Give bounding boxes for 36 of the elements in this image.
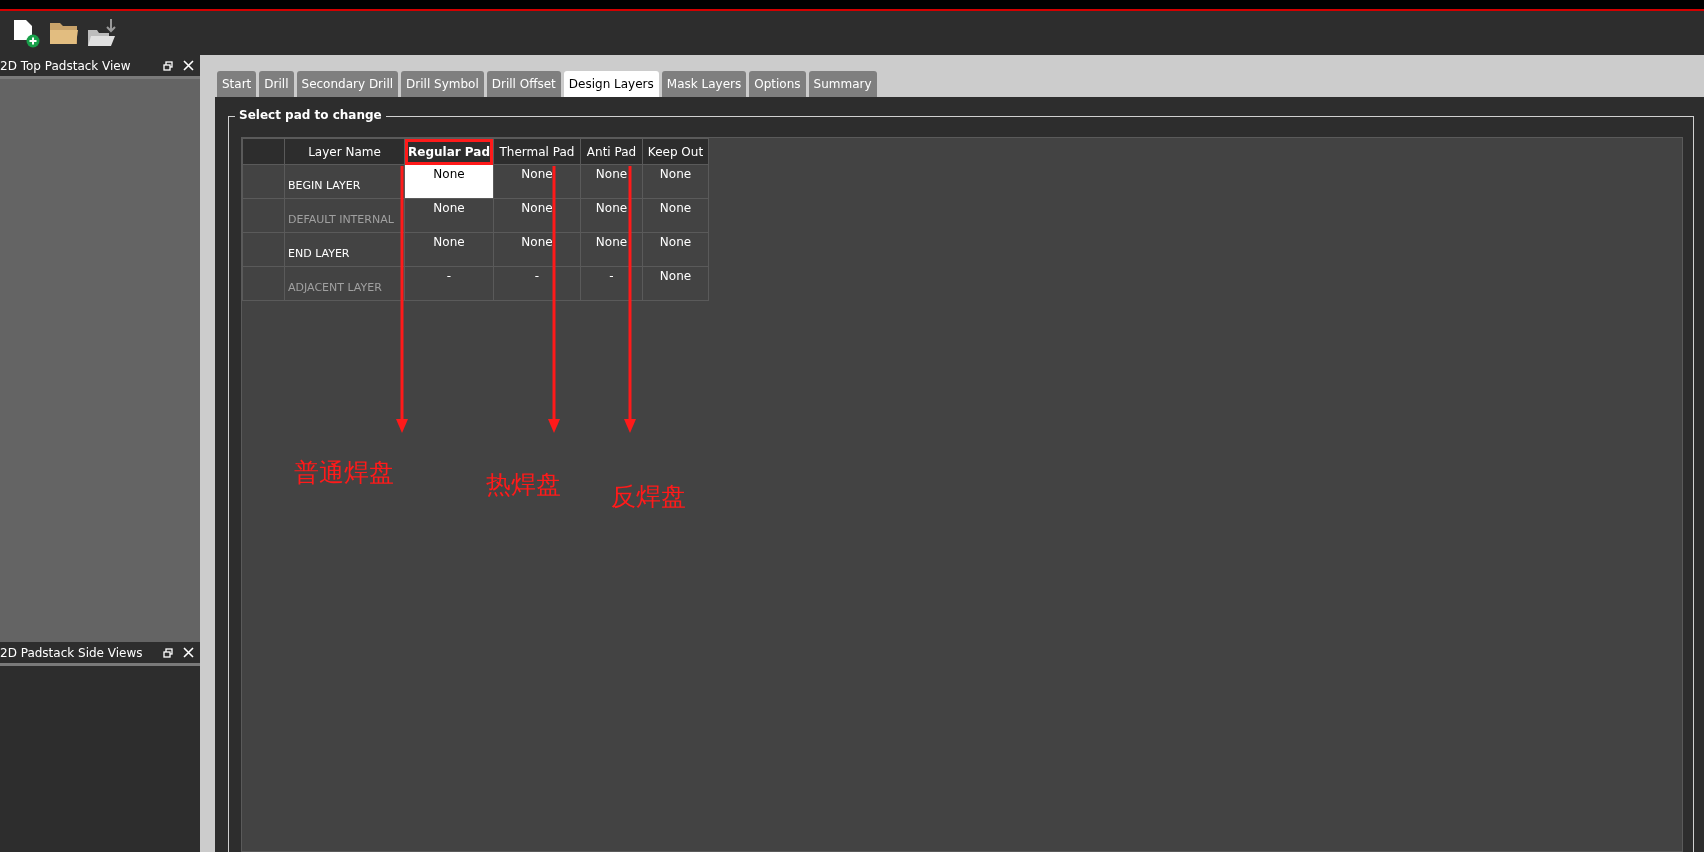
folder-import-icon	[87, 18, 117, 48]
column-header[interactable]: Layer Name	[284, 138, 405, 165]
restore-icon[interactable]	[163, 647, 173, 658]
tab[interactable]: Drill Offset	[486, 71, 561, 97]
table-cell[interactable]: None	[642, 232, 709, 267]
tab[interactable]: Drill	[259, 71, 294, 97]
tab[interactable]: Start	[217, 71, 257, 97]
table-cell[interactable]: -	[404, 266, 494, 301]
tab[interactable]: Design Layers	[563, 71, 659, 97]
folder-icon	[49, 20, 79, 46]
table-cell[interactable]: None	[404, 232, 494, 267]
tab[interactable]: Secondary Drill	[296, 71, 399, 97]
group-title: Select pad to change	[235, 108, 386, 122]
new-file-icon	[11, 18, 41, 48]
table-cell[interactable]: None	[642, 198, 709, 233]
panel-title: 2D Top Padstack View	[0, 58, 131, 73]
close-icon[interactable]	[183, 647, 194, 658]
table-cell[interactable]: None	[404, 198, 494, 233]
column-header[interactable]: Regular Pad	[404, 138, 494, 165]
close-icon[interactable]	[183, 60, 194, 71]
annotation-label: 普通焊盘	[294, 457, 394, 489]
tab[interactable]: Drill Symbol	[401, 71, 484, 97]
column-header[interactable]: Keep Out	[642, 138, 709, 165]
table-cell[interactable]: None	[642, 266, 709, 301]
tab[interactable]: Summary	[808, 71, 877, 97]
table-cell[interactable]: None	[404, 164, 494, 199]
annotation-label: 反焊盘	[611, 481, 686, 513]
tab[interactable]: Mask Layers	[661, 71, 747, 97]
table-cell[interactable]: None	[642, 164, 709, 199]
restore-icon[interactable]	[163, 60, 173, 71]
annotation-label: 热焊盘	[486, 469, 561, 501]
column-header[interactable]: Anti Pad	[580, 138, 643, 165]
column-header[interactable]: Thermal Pad	[493, 138, 581, 165]
panel-title: 2D Padstack Side Views	[0, 645, 143, 660]
tab[interactable]: Options	[749, 71, 806, 97]
toolbar-button[interactable]	[86, 17, 118, 49]
